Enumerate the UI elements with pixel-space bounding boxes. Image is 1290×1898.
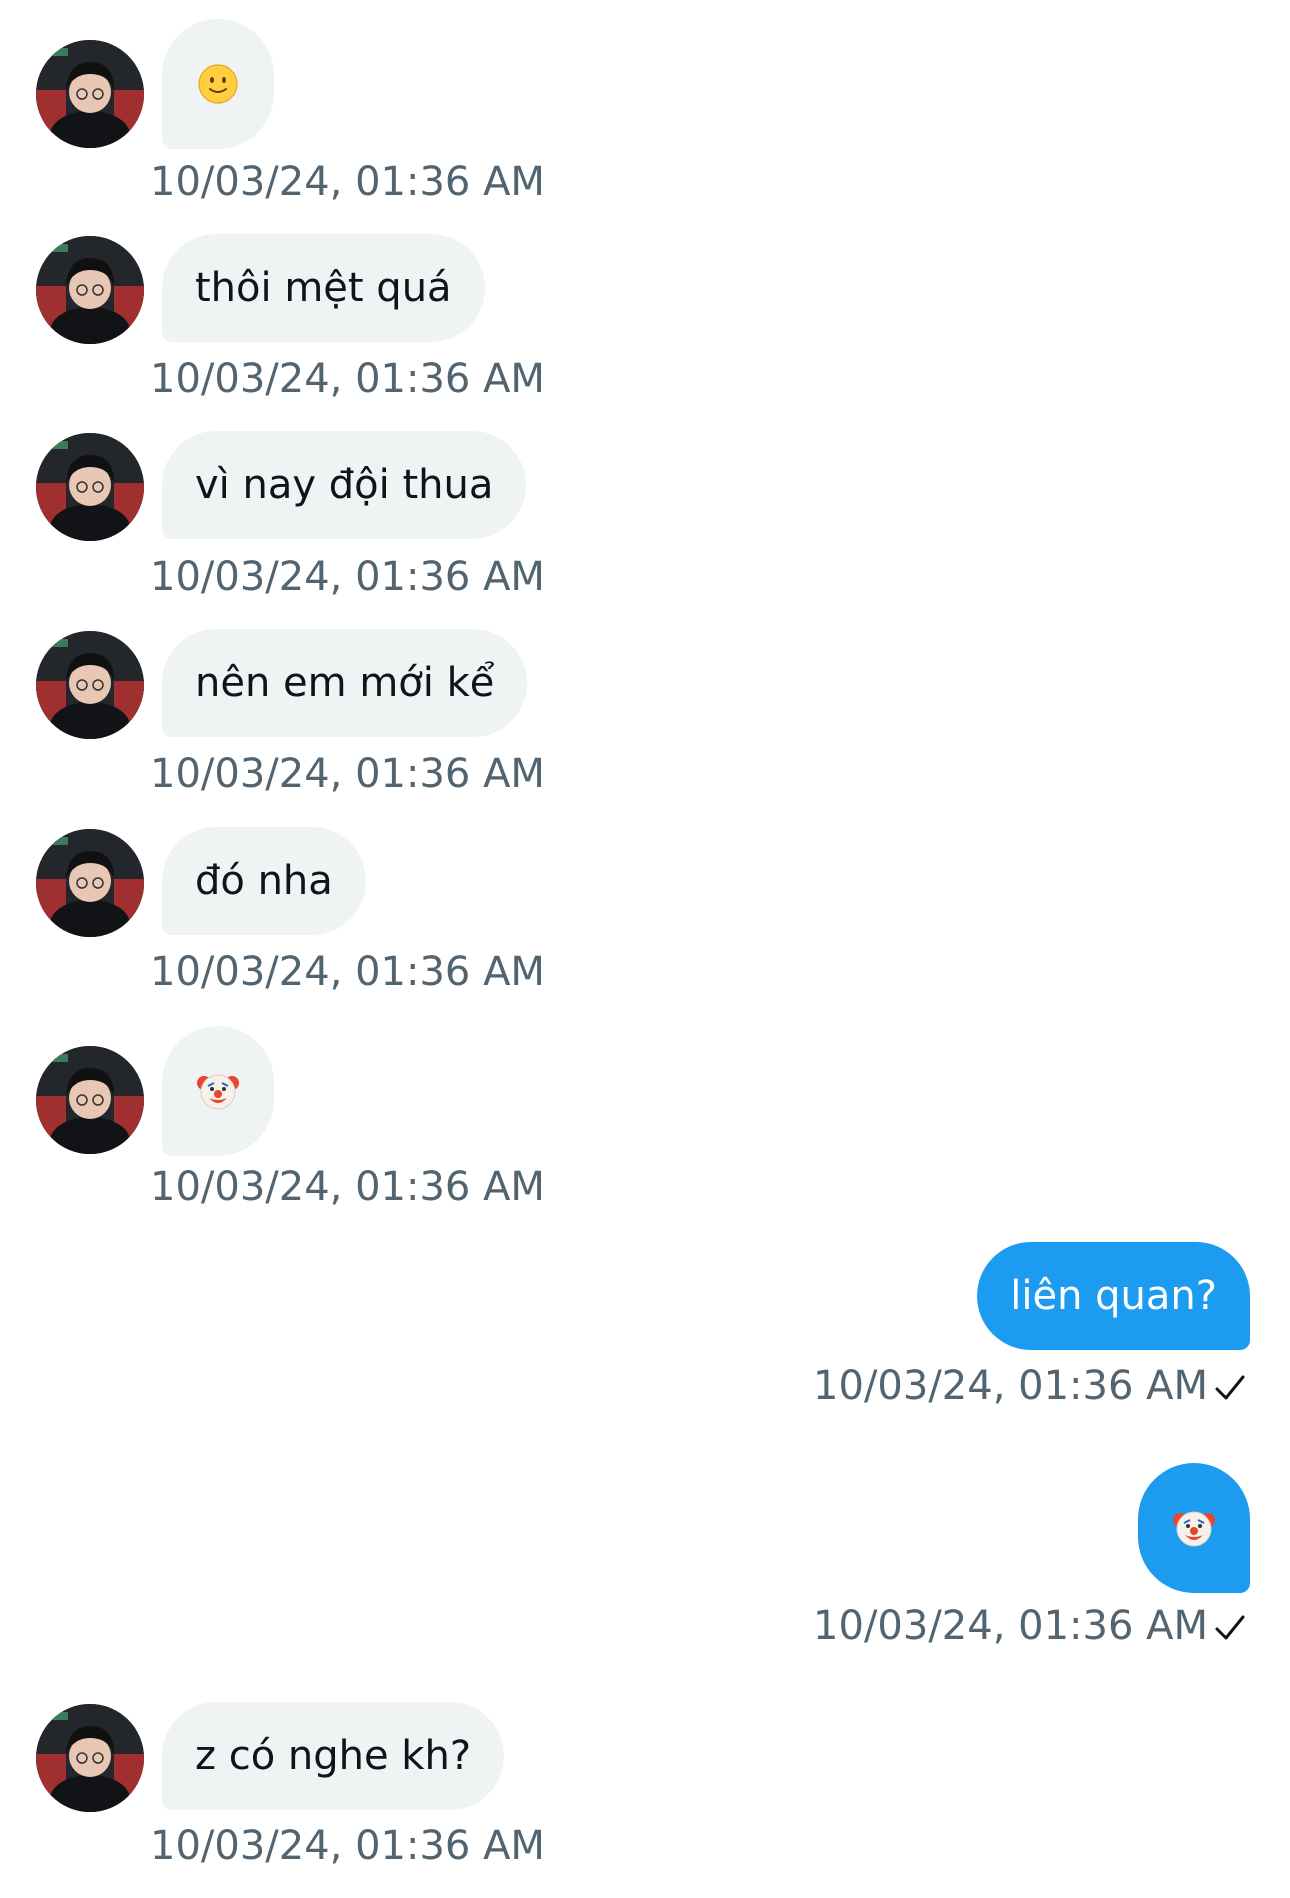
avatar[interactable] — [36, 1704, 144, 1812]
message-bubble-1[interactable]: thôi mệt quá — [162, 234, 485, 342]
message-text: liên quan? — [1010, 1273, 1217, 1319]
message-bubble-8[interactable]: z có nghe kh? — [162, 1702, 505, 1810]
avatar-image — [36, 1046, 144, 1154]
message-bubble-3[interactable]: nên em mới kể — [162, 629, 528, 737]
message-bubble-6[interactable]: liên quan? — [977, 1242, 1250, 1350]
slightly-smiling-face-icon — [198, 64, 238, 104]
message-timestamp: 10/03/24, 01:36 AM — [150, 159, 545, 205]
avatar-image — [36, 631, 144, 739]
message-thread: 10/03/24, 01:36 AM thôi mệt quá 10/03/24… — [0, 0, 1290, 1898]
avatar[interactable] — [36, 829, 144, 937]
avatar[interactable] — [36, 40, 144, 148]
message-bubble-5[interactable] — [162, 1026, 274, 1156]
clown-face-icon — [197, 1074, 239, 1110]
sent-check-icon — [1215, 1615, 1245, 1640]
message-bubble-2[interactable]: vì nay đội thua — [162, 431, 527, 539]
avatar-image — [36, 40, 144, 148]
message-text: thôi mệt quá — [195, 265, 452, 311]
clown-face-icon — [1173, 1511, 1215, 1547]
message-text: đó nha — [195, 858, 333, 904]
avatar-image — [36, 1704, 144, 1812]
sent-check-icon — [1215, 1375, 1245, 1400]
message-timestamp: 10/03/24, 01:36 AM — [150, 949, 545, 995]
message-timestamp: 10/03/24, 01:36 AM — [813, 1603, 1208, 1649]
message-timestamp: 10/03/24, 01:36 AM — [150, 554, 545, 600]
message-timestamp: 10/03/24, 01:36 AM — [150, 1164, 545, 1210]
message-timestamp: 10/03/24, 01:36 AM — [150, 356, 545, 402]
avatar-image — [36, 433, 144, 541]
message-timestamp: 10/03/24, 01:36 AM — [813, 1363, 1208, 1409]
message-text: nên em mới kể — [195, 660, 495, 706]
message-bubble-4[interactable]: đó nha — [162, 827, 366, 935]
avatar[interactable] — [36, 236, 144, 344]
avatar-image — [36, 236, 144, 344]
message-bubble-7[interactable] — [1138, 1463, 1250, 1593]
avatar[interactable] — [36, 631, 144, 739]
avatar[interactable] — [36, 1046, 144, 1154]
message-timestamp: 10/03/24, 01:36 AM — [150, 751, 545, 797]
avatar[interactable] — [36, 433, 144, 541]
message-bubble-0[interactable] — [162, 19, 274, 149]
message-timestamp: 10/03/24, 01:36 AM — [150, 1823, 545, 1869]
avatar-image — [36, 829, 144, 937]
message-text: z có nghe kh? — [195, 1733, 472, 1779]
message-text: vì nay đội thua — [195, 462, 494, 508]
